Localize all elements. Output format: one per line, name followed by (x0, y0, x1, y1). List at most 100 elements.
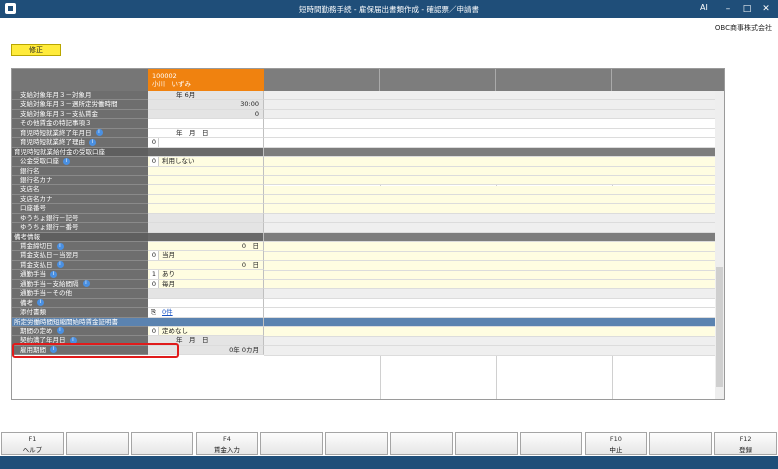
cell-value: あり (162, 270, 175, 279)
close-icon[interactable]: ✕ (758, 2, 774, 16)
employee-column-header-empty[interactable] (612, 69, 724, 91)
employee-column-header-empty[interactable] (380, 69, 496, 91)
row-label: ゆうちょ銀行－番号 (12, 223, 148, 233)
fkey-empty-button[interactable] (454, 432, 518, 455)
employee-cell[interactable] (148, 185, 264, 195)
fkey-number: F4 (222, 435, 231, 443)
maximize-icon[interactable]: □ (739, 2, 755, 16)
attachment-link[interactable]: 0件 (162, 308, 173, 316)
row-label-text: 支店名カナ (20, 194, 53, 203)
employee-cell[interactable]: 年 月 日 (148, 128, 264, 139)
employee-cell[interactable] (148, 204, 264, 214)
fkey-f1-button[interactable]: F1 ヘルプ (1, 432, 64, 455)
empty-row-cells (264, 270, 724, 280)
fkey-empty-button[interactable] (325, 432, 388, 455)
empty-row-cells (264, 119, 724, 129)
code-input[interactable]: 0 (150, 279, 159, 289)
employee-cell[interactable] (148, 166, 264, 176)
fkey-empty-button[interactable] (649, 432, 713, 455)
fkey-label: 中止 (609, 446, 623, 454)
info-icon[interactable]: i (56, 327, 64, 335)
info-icon[interactable]: i (89, 138, 96, 146)
cell-value: 30:00 (240, 100, 259, 109)
employee-cell[interactable]: 0 日 (148, 260, 264, 271)
employee-cell: 30:00 (148, 100, 264, 110)
row-label-text: 添付書類 (20, 308, 46, 317)
row-label: 賃金支払日－当翌月 (12, 251, 148, 261)
info-icon[interactable]: i (50, 270, 57, 278)
employee-cell (148, 317, 264, 327)
code-input[interactable]: 0 (150, 138, 159, 147)
employee-cell (148, 147, 264, 158)
row-label: 支給対象年月３－支払賃金 (12, 109, 148, 120)
row-label-text: 支給対象年月３－週所定労働時間 (20, 100, 118, 109)
info-icon[interactable]: i (37, 299, 44, 307)
row-label-text: その他賃金の特記事項３ (20, 119, 92, 128)
row-label-text: 賃金締切日 (20, 242, 53, 250)
employee-cell[interactable]: 0 (148, 138, 264, 148)
code-input[interactable]: 1 (150, 270, 159, 279)
empty-row-cells (264, 147, 724, 158)
row-label-text: 通勤手当－その他 (20, 289, 72, 298)
vertical-scrollbar[interactable] (715, 91, 724, 399)
fkey-empty-button[interactable] (65, 432, 129, 455)
fkey-label: ヘルプ (22, 446, 43, 454)
code-input[interactable]: 0 (150, 157, 159, 166)
row-label: 期間の定め i (12, 326, 148, 337)
paperclip-icon[interactable]: ⎘ (151, 308, 156, 316)
empty-row-cells (264, 213, 724, 224)
info-icon[interactable]: i (95, 129, 103, 137)
employee-column-header-empty[interactable] (264, 69, 380, 91)
scroll-thumb[interactable] (716, 267, 723, 387)
row-label: その他賃金の特記事項３ (12, 119, 148, 129)
employee-header[interactable]: 100002 小川 いずみ (148, 69, 264, 91)
fkey-f10-button[interactable]: F10 中止 (584, 432, 648, 455)
employee-cell[interactable]: 0 定めなし (148, 326, 264, 337)
employee-cell[interactable] (148, 175, 264, 186)
row-label: 支店名 (12, 185, 148, 195)
info-icon[interactable]: i (63, 157, 70, 165)
info-icon[interactable]: i (82, 280, 90, 288)
ai-mark-icon[interactable]: AI (700, 3, 708, 12)
employee-cell[interactable]: 0 当月 (148, 251, 264, 261)
employee-column-header-empty[interactable] (496, 69, 612, 91)
code-input[interactable]: 0 (150, 326, 159, 336)
employee-cell[interactable] (148, 298, 264, 309)
empty-row-cells (264, 194, 724, 205)
fkey-f12-button[interactable]: F12 登録 (714, 432, 777, 455)
row-labels: 支給対象年月３－対象月 支給対象年月３－週所定労働時間 支給対象年月３－支払賃金 その… (12, 69, 148, 356)
fkey-f4-button[interactable]: F4 賃金入力 (195, 432, 259, 455)
fkey-empty-button[interactable] (390, 432, 453, 455)
employee-cell[interactable]: 0 毎月 (148, 279, 264, 290)
code-input[interactable]: 0 (150, 251, 159, 260)
row-label-text: 賃金支払日－当翌月 (20, 251, 79, 260)
employee-cell[interactable]: ⎘ 0件 (148, 308, 264, 318)
employee-cell (148, 289, 264, 299)
row-label-text: 支給対象年月３－対象月 (20, 91, 92, 99)
fkey-empty-button[interactable] (130, 432, 194, 455)
employee-cell[interactable] (148, 119, 264, 129)
employee-cell (148, 232, 264, 242)
empty-row-cells (264, 138, 724, 148)
employee-cell[interactable] (148, 194, 264, 205)
label-header (12, 69, 148, 91)
mode-badge: 修正 (11, 44, 61, 56)
minimize-icon[interactable]: – (720, 2, 736, 16)
info-icon[interactable]: i (56, 261, 64, 269)
info-icon[interactable]: i (56, 242, 64, 250)
employee-cell (148, 223, 264, 233)
employee-cell[interactable]: 0 利用しない (148, 157, 264, 167)
fkey-empty-button[interactable] (519, 432, 583, 455)
employee-cell[interactable]: 1 あり (148, 270, 264, 280)
cell-value: 利用しない (162, 157, 195, 166)
cell-value: 年 月 日 (176, 336, 209, 345)
fkey-number: F10 (609, 435, 622, 443)
employee-cell (148, 213, 264, 224)
empty-row-cells (264, 336, 724, 347)
fkey-empty-button[interactable] (260, 432, 324, 455)
company-name: OBC商事株式会社 (714, 24, 772, 32)
employee-name: 小川 いずみ (152, 80, 191, 88)
row-label: 通勤手当－支給間隔 i (12, 279, 148, 290)
empty-row-cells (264, 251, 724, 262)
row-label: 支給対象年月３－週所定労働時間 (12, 100, 148, 110)
